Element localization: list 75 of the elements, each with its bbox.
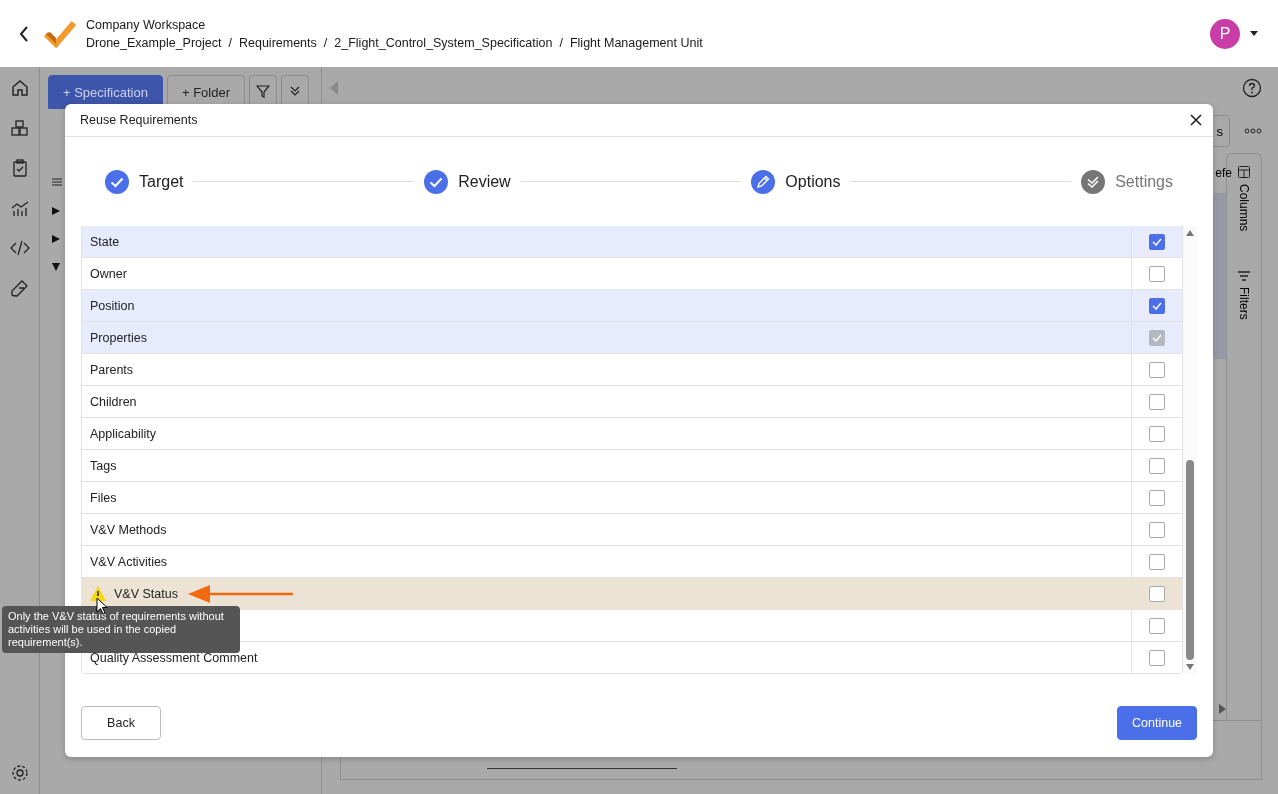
checkbox[interactable] <box>1149 233 1165 250</box>
breadcrumb-link[interactable]: 2_Flight_Control_System_Specification <box>334 35 553 50</box>
step-label: Options <box>785 172 841 191</box>
filter-icon <box>256 84 270 98</box>
new-specification-button[interactable]: + Specification <box>48 75 163 109</box>
expand-arrow-icon[interactable] <box>52 235 60 243</box>
back-icon[interactable] <box>19 25 29 42</box>
step-label: Settings <box>1115 172 1173 191</box>
more-icon[interactable] <box>1244 128 1262 134</box>
chart-icon[interactable] <box>10 199 29 217</box>
code-icon[interactable] <box>9 239 30 257</box>
checkbox[interactable] <box>1149 361 1165 378</box>
double-chevron-icon <box>289 85 301 97</box>
back-button[interactable]: Back <box>81 706 161 740</box>
checkbox[interactable] <box>1149 425 1165 442</box>
row-label: Tags <box>90 458 117 473</box>
check-icon <box>1152 301 1162 310</box>
settings-icon[interactable] <box>10 764 29 782</box>
check-icon <box>1152 333 1162 342</box>
checkbox[interactable] <box>1149 553 1165 570</box>
checkbox[interactable] <box>1149 265 1165 282</box>
checkmark-logo-icon <box>44 19 76 48</box>
checkbox[interactable] <box>1149 297 1165 314</box>
list-icon <box>52 177 62 187</box>
checkbox[interactable] <box>1149 617 1165 634</box>
row-label: Files <box>90 490 117 505</box>
continue-button[interactable]: Continue <box>1117 706 1197 740</box>
step-label: Target <box>139 172 184 191</box>
side-tab[interactable]: Filters <box>1237 271 1251 321</box>
scroll-up-icon[interactable] <box>1186 230 1194 236</box>
step-label: Review <box>458 172 511 191</box>
column-header: efe <box>1215 166 1232 180</box>
row-label: V&V Methods <box>90 522 167 537</box>
row-label: V&V Status <box>114 586 178 601</box>
checkbox[interactable] <box>1149 585 1165 602</box>
row-label: Applicability <box>90 426 156 441</box>
checkbox[interactable] <box>1149 489 1165 506</box>
expand-arrow-icon[interactable] <box>52 207 60 215</box>
close-icon[interactable] <box>1190 114 1202 126</box>
test-tube-icon[interactable] <box>10 279 29 297</box>
scroll-right-icon[interactable] <box>1219 704 1226 714</box>
breadcrumb-separator: / <box>228 35 232 50</box>
filter-lines-icon <box>1238 271 1250 282</box>
row-label: Position <box>90 298 135 313</box>
breadcrumb-link[interactable]: Requirements <box>239 35 317 50</box>
home-icon[interactable] <box>10 79 29 97</box>
help-icon[interactable] <box>1242 78 1262 98</box>
checkbox[interactable] <box>1149 649 1165 666</box>
row-label: Properties <box>90 330 147 345</box>
checkbox[interactable] <box>1149 521 1165 538</box>
user-avatar[interactable]: P <box>1210 18 1240 49</box>
clipboard-icon[interactable] <box>10 159 29 177</box>
row-label: Parents <box>90 362 134 377</box>
breadcrumb-separator: / <box>323 35 328 50</box>
collapse-arrow-icon[interactable] <box>52 263 60 271</box>
scroll-down-icon[interactable] <box>1186 664 1194 670</box>
row-label: Owner <box>90 266 127 281</box>
caret-icon[interactable] <box>1250 31 1258 36</box>
checkbox[interactable] <box>1149 457 1165 474</box>
side-tab[interactable]: Columns <box>1237 166 1251 232</box>
dialog-title: Reuse Requirements <box>80 113 198 127</box>
row-label: Quality Assessment Comment <box>90 650 258 665</box>
cubes-icon[interactable] <box>10 119 29 137</box>
workspace-name: Company Workspace <box>86 17 207 32</box>
breadcrumb-link[interactable]: Flight Management Unit <box>569 35 703 50</box>
check-icon <box>1152 237 1162 246</box>
breadcrumb-separator: / <box>559 35 563 50</box>
checkbox[interactable] <box>1149 393 1165 410</box>
scrollbar[interactable] <box>1183 226 1197 674</box>
columns-icon <box>1238 166 1250 178</box>
breadcrumb-link[interactable]: Drone_Example_Project <box>86 35 222 50</box>
tooltip: Only the V&V status of requirements without activities will be used in the copied requirement(s). <box>2 606 240 653</box>
row-label: State <box>90 234 120 249</box>
row-label: Children <box>90 394 137 409</box>
row-label: V&V Activities <box>90 554 168 569</box>
